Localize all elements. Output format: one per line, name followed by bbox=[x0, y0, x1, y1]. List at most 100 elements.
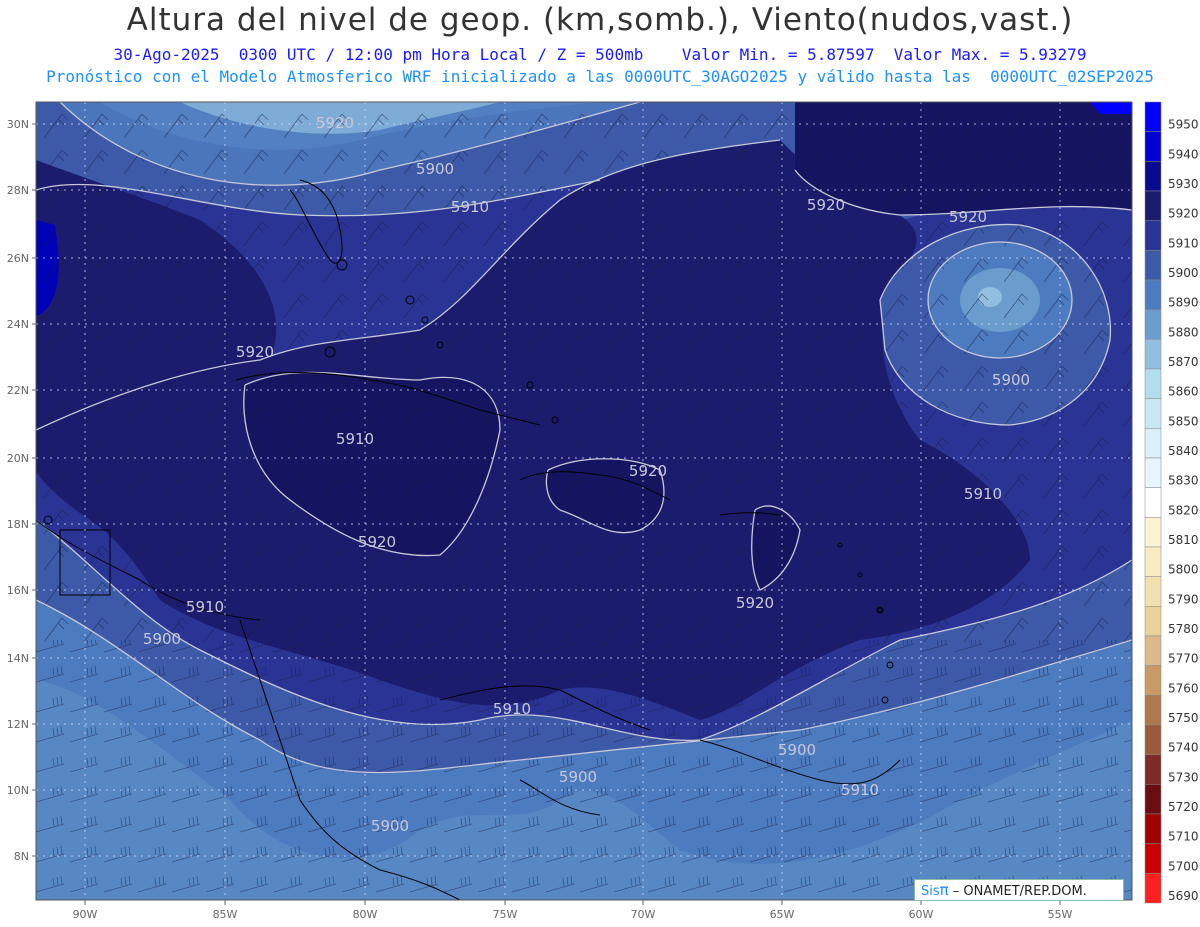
legend-swatch bbox=[1144, 813, 1162, 844]
lon-label: 85W bbox=[213, 908, 238, 921]
contour-label: 5910 bbox=[336, 430, 374, 448]
contour-label: 5920 bbox=[358, 533, 396, 551]
lon-label: 65W bbox=[770, 908, 795, 921]
legend-swatch bbox=[1144, 546, 1162, 577]
contour-label: 5900 bbox=[416, 160, 454, 178]
legend-label: 5930 bbox=[1168, 177, 1199, 191]
legend-label: 5860 bbox=[1168, 385, 1199, 399]
contour-label: 5910 bbox=[841, 781, 879, 799]
legend-swatch bbox=[1144, 665, 1162, 696]
credit-text: – ONAMET/REP.DOM. bbox=[948, 884, 1087, 899]
legend-swatch bbox=[1144, 517, 1162, 548]
lat-label: 22N bbox=[7, 384, 29, 397]
longitude-axis: 90W 85W 80W 75W 70W 65W 60W 55W bbox=[73, 900, 1073, 921]
legend-swatch bbox=[1144, 606, 1162, 637]
legend-swatch bbox=[1144, 131, 1162, 162]
legend-swatch bbox=[1144, 279, 1162, 310]
contour-label: 5910 bbox=[451, 198, 489, 216]
lon-label: 70W bbox=[631, 908, 656, 921]
lat-label: 18N bbox=[7, 518, 29, 531]
contour-label: 5920 bbox=[316, 114, 354, 132]
lat-label: 24N bbox=[7, 318, 29, 331]
lon-label: 75W bbox=[493, 908, 518, 921]
legend-swatch bbox=[1144, 250, 1162, 281]
legend-label: 5830 bbox=[1168, 474, 1199, 488]
legend-label: 5770 bbox=[1168, 652, 1199, 666]
legend-swatch bbox=[1144, 457, 1162, 488]
legend-label: 5750 bbox=[1168, 711, 1199, 725]
legend-swatch bbox=[1144, 220, 1162, 251]
legend-label: 5890 bbox=[1168, 296, 1199, 310]
lat-label: 26N bbox=[7, 252, 29, 265]
legend-swatch bbox=[1144, 161, 1162, 192]
contour-label: 5910 bbox=[964, 485, 1002, 503]
legend-swatch bbox=[1144, 368, 1162, 399]
contour-label: 5900 bbox=[371, 817, 409, 835]
legend-label: 5760 bbox=[1168, 681, 1199, 695]
legend-label: 5710 bbox=[1168, 830, 1199, 844]
legend-label: 5820 bbox=[1168, 503, 1199, 517]
contour-label: 5920 bbox=[807, 196, 845, 214]
lat-label: 28N bbox=[7, 184, 29, 197]
legend-swatch bbox=[1144, 428, 1162, 459]
lat-label: 10N bbox=[7, 784, 29, 797]
contour-label: 5910 bbox=[493, 700, 531, 718]
contour-label: 5900 bbox=[778, 741, 816, 759]
legend-label: 5730 bbox=[1168, 770, 1199, 784]
sispi-logo-text: Sis bbox=[921, 884, 940, 899]
legend-swatch bbox=[1144, 190, 1162, 221]
legend-label: 5850 bbox=[1168, 414, 1199, 428]
legend-label: 5920 bbox=[1168, 207, 1199, 221]
legend-label: 5880 bbox=[1168, 325, 1199, 339]
contour-label: 5900 bbox=[143, 630, 181, 648]
legend-label: 5690 bbox=[1168, 889, 1199, 903]
legend-swatch bbox=[1144, 784, 1162, 815]
legend-swatch bbox=[1144, 843, 1162, 874]
legend-label: 5940 bbox=[1168, 147, 1199, 161]
pi-symbol: π bbox=[939, 881, 949, 899]
legend-label: 5740 bbox=[1168, 741, 1199, 755]
lat-label: 8N bbox=[14, 850, 29, 863]
legend-label: 5780 bbox=[1168, 622, 1199, 636]
legend-label: 5720 bbox=[1168, 800, 1199, 814]
legend-swatch bbox=[1144, 339, 1162, 370]
contour-label: 5910 bbox=[186, 598, 224, 616]
lon-label: 80W bbox=[353, 908, 378, 921]
legend-label: 5900 bbox=[1168, 266, 1199, 280]
legend-label: 5870 bbox=[1168, 355, 1199, 369]
legend-label: 5700 bbox=[1168, 859, 1199, 873]
credit-badge: Sisπ – ONAMET/REP.DOM. bbox=[914, 879, 1124, 901]
legend-label: 5910 bbox=[1168, 236, 1199, 250]
contour-label: 5920 bbox=[949, 208, 987, 226]
legend-swatch bbox=[1144, 754, 1162, 785]
legend-label: 5810 bbox=[1168, 533, 1199, 547]
legend-swatch bbox=[1144, 398, 1162, 429]
lon-label: 90W bbox=[73, 908, 98, 921]
legend-label: 5840 bbox=[1168, 444, 1199, 458]
legend-swatch bbox=[1144, 101, 1162, 132]
contour-label: 5920 bbox=[236, 343, 274, 361]
legend-swatch bbox=[1144, 695, 1162, 726]
legend-swatch bbox=[1144, 873, 1162, 904]
contour-label: 5900 bbox=[559, 768, 597, 786]
legend-label: 5790 bbox=[1168, 592, 1199, 606]
legend-swatch bbox=[1144, 487, 1162, 518]
lon-label: 55W bbox=[1048, 908, 1073, 921]
latitude-axis: 30N 28N 26N 24N 22N 20N 18N 16N 14N 12N 10N 8N bbox=[7, 118, 36, 863]
legend-swatch bbox=[1144, 635, 1162, 666]
contour-label: 5900 bbox=[992, 371, 1030, 389]
lat-label: 16N bbox=[7, 584, 29, 597]
legend-label: 5800 bbox=[1168, 563, 1199, 577]
color-legend: 5950 5940 5930 5920 5910 5900 5890 5880 5870 5860… bbox=[1144, 101, 1199, 904]
lat-label: 12N bbox=[7, 718, 29, 731]
lat-label: 20N bbox=[7, 452, 29, 465]
legend-swatch bbox=[1144, 309, 1162, 340]
contour-label: 5920 bbox=[736, 594, 774, 612]
legend-label: 5950 bbox=[1168, 118, 1199, 132]
lat-label: 14N bbox=[7, 652, 29, 665]
legend-swatch bbox=[1144, 724, 1162, 755]
lon-label: 60W bbox=[909, 908, 934, 921]
geopotential-map: 30N 28N 26N 24N 22N 20N 18N 16N 14N 12N 10N 8N 90W 8… bbox=[7, 101, 1199, 921]
contour-label: 5920 bbox=[629, 462, 667, 480]
lat-label: 30N bbox=[7, 118, 29, 131]
